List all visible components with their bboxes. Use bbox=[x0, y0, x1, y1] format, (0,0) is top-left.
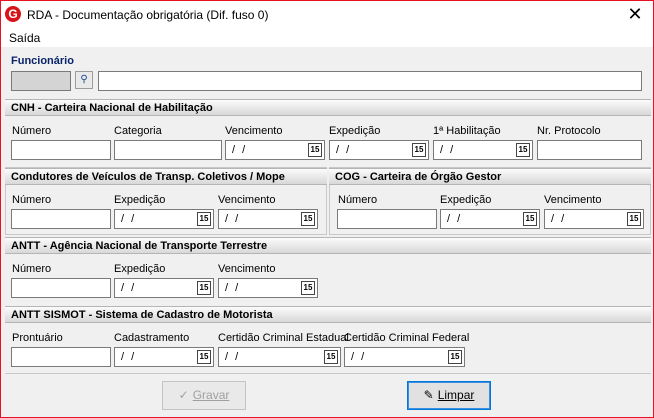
condutores-expedicao-label: Expedição bbox=[114, 194, 166, 206]
date-value: / / bbox=[447, 213, 463, 225]
condutores-numero-label: Número bbox=[12, 194, 52, 206]
condutores-vencimento-date[interactable]: / / 15 bbox=[218, 209, 318, 229]
limpar-label: Limpar bbox=[437, 388, 475, 402]
calendar-icon[interactable]: 15 bbox=[197, 350, 211, 364]
date-value: / / bbox=[232, 144, 248, 156]
title-bar: G RDA - Documentação obrigatória (Dif. f… bbox=[1, 1, 653, 29]
cog-section-title: COG - Carteira de Órgão Gestor bbox=[329, 168, 651, 185]
date-value: / / bbox=[336, 144, 352, 156]
cog-numero-input[interactable] bbox=[337, 209, 437, 229]
antt-numero-input[interactable] bbox=[11, 278, 111, 298]
main-window: G RDA - Documentação obrigatória (Dif. f… bbox=[0, 0, 654, 418]
gravar-button[interactable]: ✓ Gravar bbox=[162, 381, 246, 410]
calendar-icon[interactable]: 15 bbox=[301, 281, 315, 295]
menu-saida[interactable]: Saída bbox=[9, 31, 40, 45]
antt-expedicao-date[interactable]: / / 15 bbox=[114, 278, 214, 298]
cog-vencimento-label: Vencimento bbox=[544, 194, 602, 206]
calendar-icon[interactable]: 15 bbox=[448, 350, 462, 364]
checkmark-icon: ✓ bbox=[178, 388, 189, 402]
sismot-prontuario-label: Prontuário bbox=[12, 332, 63, 344]
limpar-button[interactable]: ✎ Limpar bbox=[407, 381, 491, 410]
cnh-protocolo-input[interactable] bbox=[537, 140, 642, 160]
date-value: / / bbox=[225, 282, 241, 294]
date-value: / / bbox=[121, 351, 137, 363]
antt-section-title: ANTT - Agência Nacional de Transporte Te… bbox=[5, 237, 651, 254]
date-value: / / bbox=[121, 213, 137, 225]
sismot-certidao-federal-date[interactable]: / / 15 bbox=[344, 347, 465, 367]
calendar-icon[interactable]: 15 bbox=[627, 212, 641, 226]
sismot-section-title: ANTT SISMOT - Sistema de Cadastro de Mot… bbox=[5, 306, 651, 323]
sismot-cadastramento-label: Cadastramento bbox=[114, 332, 190, 344]
funcionario-name-input[interactable] bbox=[98, 71, 642, 91]
condutores-vencimento-label: Vencimento bbox=[218, 194, 276, 206]
date-value: / / bbox=[121, 282, 137, 294]
calendar-icon[interactable]: 15 bbox=[324, 350, 338, 364]
calendar-icon[interactable]: 15 bbox=[197, 281, 211, 295]
antt-vencimento-label: Vencimento bbox=[218, 263, 276, 275]
menu-bar: Saída bbox=[1, 29, 653, 47]
cnh-categoria-label: Categoria bbox=[114, 125, 162, 137]
eraser-icon: ✎ bbox=[423, 388, 434, 402]
sismot-certidao-estadual-date[interactable]: / / 15 bbox=[218, 347, 341, 367]
cog-numero-label: Número bbox=[338, 194, 378, 206]
date-value: / / bbox=[551, 213, 567, 225]
close-icon[interactable]: ✕ bbox=[617, 1, 653, 29]
cnh-expedicao-label: Expedição bbox=[329, 125, 381, 137]
antt-expedicao-label: Expedição bbox=[114, 263, 166, 275]
sismot-prontuario-input[interactable] bbox=[11, 347, 111, 367]
cog-expedicao-label: Expedição bbox=[440, 194, 492, 206]
cnh-vencimento-label: Vencimento bbox=[225, 125, 283, 137]
condutores-expedicao-date[interactable]: / / 15 bbox=[114, 209, 214, 229]
app-logo-icon: G bbox=[5, 6, 21, 22]
calendar-icon[interactable]: 15 bbox=[412, 143, 426, 157]
funcionario-code-input[interactable] bbox=[11, 71, 71, 91]
cnh-primeira-hab-label: 1ª Habilitação bbox=[433, 125, 501, 137]
cnh-numero-label: Número bbox=[12, 125, 52, 137]
cnh-expedicao-date[interactable]: / / 15 bbox=[329, 140, 429, 160]
calendar-icon[interactable]: 15 bbox=[523, 212, 537, 226]
calendar-icon[interactable]: 15 bbox=[301, 212, 315, 226]
sismot-cadastramento-date[interactable]: / / 15 bbox=[114, 347, 214, 367]
gravar-label: Gravar bbox=[192, 388, 230, 402]
calendar-icon[interactable]: 15 bbox=[308, 143, 322, 157]
date-value: / / bbox=[351, 351, 367, 363]
cnh-primeira-hab-date[interactable]: / / 15 bbox=[433, 140, 533, 160]
funcionario-label: Funcionário bbox=[11, 55, 74, 67]
date-value: / / bbox=[440, 144, 456, 156]
sismot-certidao-estadual-label: Certidão Criminal Estadual bbox=[218, 332, 349, 344]
antt-numero-label: Número bbox=[12, 263, 52, 275]
cnh-protocolo-label: Nr. Protocolo bbox=[537, 125, 601, 137]
cnh-section-title: CNH - Carteira Nacional de Habilitação bbox=[5, 99, 651, 116]
condutores-numero-input[interactable] bbox=[11, 209, 111, 229]
cnh-categoria-input[interactable] bbox=[114, 140, 222, 160]
footer-divider bbox=[5, 373, 651, 374]
cnh-numero-input[interactable] bbox=[11, 140, 111, 160]
cog-vencimento-date[interactable]: / / 15 bbox=[544, 209, 644, 229]
binoculars-icon[interactable]: ⚲ bbox=[75, 71, 93, 89]
calendar-icon[interactable]: 15 bbox=[197, 212, 211, 226]
cog-expedicao-date[interactable]: / / 15 bbox=[440, 209, 540, 229]
sismot-certidao-federal-label: Certidão Criminal Federal bbox=[344, 332, 470, 344]
date-value: / / bbox=[225, 213, 241, 225]
antt-vencimento-date[interactable]: / / 15 bbox=[218, 278, 318, 298]
date-value: / / bbox=[225, 351, 241, 363]
calendar-icon[interactable]: 15 bbox=[516, 143, 530, 157]
condutores-section-title: Condutores de Veículos de Transp. Coleti… bbox=[5, 168, 327, 185]
window-title: RDA - Documentação obrigatória (Dif. fus… bbox=[27, 8, 269, 22]
cnh-vencimento-date[interactable]: / / 15 bbox=[225, 140, 325, 160]
